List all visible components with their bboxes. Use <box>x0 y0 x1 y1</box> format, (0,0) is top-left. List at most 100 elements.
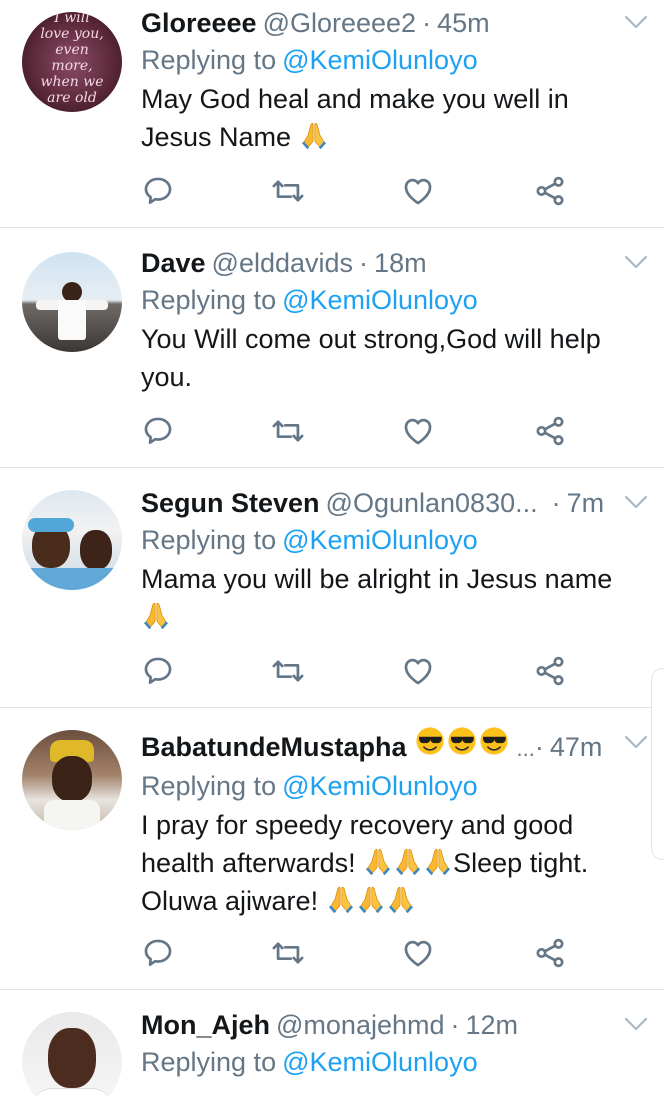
avatar-clothes <box>44 800 100 830</box>
tweet-item[interactable]: Mon_Ajeh @monajehmd · 12m Replying to @Ke… <box>0 990 664 1112</box>
timestamp[interactable]: 45m <box>437 6 490 40</box>
timestamp[interactable]: 47m <box>550 730 603 764</box>
tweet-header: Dave @elddavids · 18m <box>141 246 646 280</box>
replying-to: Replying to @KemiOlunloyo <box>141 522 646 558</box>
tweet-actions <box>141 414 581 448</box>
share-icon[interactable] <box>533 174 567 208</box>
retweet-icon[interactable] <box>271 654 305 688</box>
avatar[interactable] <box>22 1012 122 1112</box>
reply-icon[interactable] <box>141 936 175 970</box>
mention-link[interactable]: @KemiOlunloyo <box>282 45 478 75</box>
mention-link[interactable]: @KemiOlunloyo <box>282 771 478 801</box>
folded-hands-emoji <box>393 846 423 876</box>
like-icon[interactable] <box>401 654 435 688</box>
separator-dot: · <box>359 248 369 278</box>
separator-dot: · <box>534 732 544 762</box>
folded-hands-emoji <box>386 884 416 914</box>
mention-link[interactable]: @KemiOlunloyo <box>282 285 478 315</box>
display-name[interactable]: Segun Steven <box>141 486 320 520</box>
share-icon[interactable] <box>533 654 567 688</box>
chevron-down-icon[interactable] <box>624 494 648 510</box>
replying-label: Replying to <box>141 1047 277 1077</box>
folded-hands-emoji <box>299 120 329 150</box>
replying-to: Replying to @KemiOlunloyo <box>141 282 646 318</box>
tweet-text-line: health afterwards! <box>141 848 356 878</box>
share-icon[interactable] <box>533 936 567 970</box>
avatar-text-line: love you, <box>40 26 104 42</box>
chevron-down-icon[interactable] <box>624 1016 648 1032</box>
tweet-text-line: I pray for speedy recovery and good <box>141 810 574 840</box>
tweet-item[interactable]: I will love you, even more, when we are … <box>0 0 664 228</box>
replying-label: Replying to <box>141 285 277 315</box>
user-handle[interactable]: @Ogunlan0830... <box>326 486 538 520</box>
like-icon[interactable] <box>401 174 435 208</box>
like-icon[interactable] <box>401 936 435 970</box>
avatar-text-line: more, <box>51 58 93 74</box>
avatar[interactable]: I will love you, even more, when we are … <box>22 12 122 112</box>
avatar-face <box>52 756 92 802</box>
like-icon[interactable] <box>401 414 435 448</box>
avatar-figure-body <box>58 300 86 340</box>
tweet-text-line: May God heal and make you well in <box>141 84 569 114</box>
tweet-text-line: Jesus Name <box>141 122 292 152</box>
mention-link[interactable]: @KemiOlunloyo <box>282 1047 478 1077</box>
folded-hands-emoji <box>423 846 453 876</box>
display-name[interactable]: Dave <box>141 246 206 280</box>
reply-icon[interactable] <box>141 654 175 688</box>
share-icon[interactable] <box>533 414 567 448</box>
avatar[interactable] <box>22 490 122 590</box>
separator-dot: · <box>551 488 561 518</box>
tweet-actions <box>141 174 581 208</box>
tweet-header: Segun Steven @Ogunlan0830... · 7m <box>141 486 646 520</box>
sunglasses-emoji <box>479 726 509 756</box>
display-name[interactable]: Mon_Ajeh <box>141 1008 270 1042</box>
chevron-down-icon[interactable] <box>624 254 648 270</box>
mention-link[interactable]: @KemiOlunloyo <box>282 525 478 555</box>
tweet-item[interactable]: BabatundeMustapha ... · 47m Replying to @… <box>0 708 664 990</box>
tweet-text-line: Mama you will be alright in Jesus name <box>141 564 613 594</box>
avatar-text-line: even <box>55 42 89 58</box>
avatar-text-line: I will <box>54 12 90 26</box>
user-handle[interactable]: @elddavids <box>212 246 354 280</box>
chevron-down-icon[interactable] <box>624 734 648 750</box>
retweet-icon[interactable] <box>271 414 305 448</box>
reply-icon[interactable] <box>141 414 175 448</box>
user-handle[interactable]: @monajehmd <box>276 1008 445 1042</box>
tweet-header: Gloreeee @Gloreeee2 · 45m <box>141 6 646 40</box>
tweet-text: Mama you will be alright in Jesus name <box>141 560 646 636</box>
avatar-cap <box>28 518 74 532</box>
timestamp[interactable]: 7m <box>567 486 605 520</box>
user-handle[interactable]: @Gloreeee2 <box>263 6 417 40</box>
tweet-item[interactable]: Dave @elddavids · 18m Replying to @KemiOl… <box>0 228 664 468</box>
reply-icon[interactable] <box>141 174 175 208</box>
user-handle[interactable]: ... <box>517 732 535 766</box>
timestamp[interactable]: 18m <box>374 246 427 280</box>
replying-to: Replying to @KemiOlunloyo <box>141 1044 646 1080</box>
replying-label: Replying to <box>141 771 277 801</box>
replying-label: Replying to <box>141 525 277 555</box>
scroll-handle[interactable] <box>651 668 664 860</box>
retweet-icon[interactable] <box>271 936 305 970</box>
sunglasses-emoji <box>447 726 477 756</box>
tweet-header: BabatundeMustapha ... · 47m <box>141 726 646 766</box>
tweet-actions <box>141 654 581 688</box>
folded-hands-emoji <box>141 600 171 630</box>
avatar-text-line: when we <box>40 74 104 90</box>
folded-hands-emoji <box>356 884 386 914</box>
avatar-figure-head <box>62 282 82 302</box>
retweet-icon[interactable] <box>271 174 305 208</box>
separator-dot: · <box>450 1010 460 1040</box>
avatar[interactable] <box>22 252 122 352</box>
tweet-text: May God heal and make you well in Jesus … <box>141 80 646 156</box>
tweet-text-line: Oluwa ajiware! <box>141 886 319 916</box>
timestamp[interactable]: 12m <box>466 1008 519 1042</box>
reply-feed: I will love you, even more, when we are … <box>0 0 664 1112</box>
display-name[interactable]: BabatundeMustapha <box>141 730 407 764</box>
tweet-item[interactable]: Segun Steven @Ogunlan0830... · 7m Replyi… <box>0 468 664 708</box>
chevron-down-icon[interactable] <box>624 14 648 30</box>
display-name[interactable]: Gloreeee <box>141 6 257 40</box>
avatar-clothes <box>22 568 122 590</box>
avatar[interactable] <box>22 730 122 830</box>
avatar-clothes <box>32 1088 112 1112</box>
tweet-text-line: You Will come out strong,God will help <box>141 324 601 354</box>
